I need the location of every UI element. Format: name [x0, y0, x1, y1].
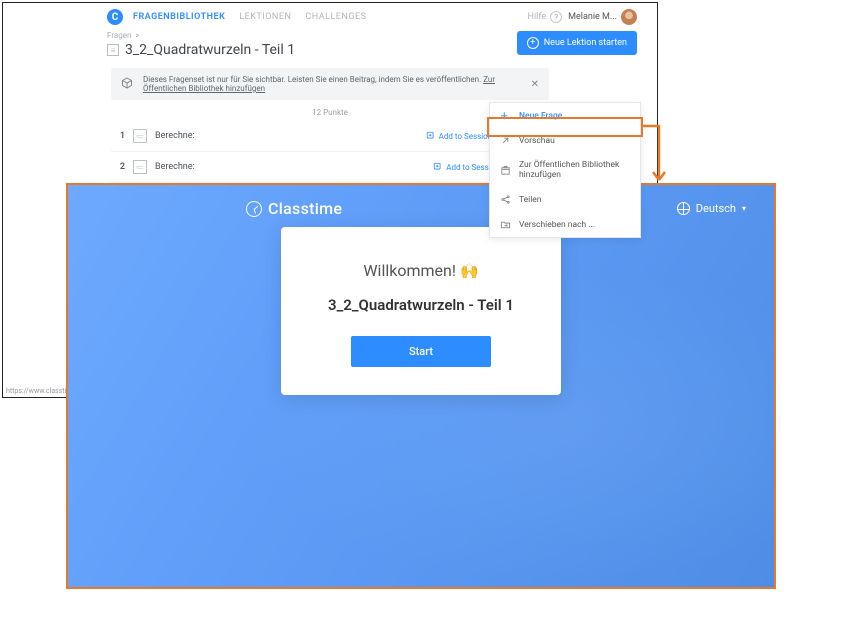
menu-preview[interactable]: Vorschau [490, 128, 640, 153]
share-icon [500, 194, 511, 205]
main-nav: C FRAGENBIBLIOTHEK LEKTIONEN CHALLENGES … [3, 3, 657, 29]
nav-fragenbibliothek[interactable]: FRAGENBIBLIOTHEK [133, 12, 225, 22]
new-lesson-button[interactable]: + Neue Lektion starten [517, 31, 637, 55]
question-type-icon: ≔ [133, 160, 147, 174]
welcome-title: 3_2_Quadratwurzeln - Teil 1 [309, 296, 533, 314]
add-to-session-button[interactable]: Add to Session [426, 131, 493, 141]
page-title: 3_2_Quadratwurzeln - Teil 1 [125, 42, 295, 58]
preview-header: Classtime Deutsch ▾ [68, 185, 774, 218]
welcome-card: Willkommen! 🙌 3_2_Quadratwurzeln - Teil … [281, 227, 561, 395]
nav-lektionen[interactable]: LEKTIONEN [239, 12, 291, 22]
folder-move-icon [500, 219, 511, 230]
plus-circle-icon: + [527, 37, 539, 49]
nav-challenges[interactable]: CHALLENGES [305, 12, 366, 22]
menu-new-question[interactable]: ＋ Neue Frage [490, 103, 640, 128]
language-switcher[interactable]: Deutsch ▾ [677, 202, 746, 215]
menu-share[interactable]: Teilen [490, 187, 640, 212]
external-link-icon [500, 135, 511, 146]
welcome-greeting: Willkommen! 🙌 [309, 261, 533, 280]
avatar[interactable] [621, 9, 637, 25]
question-title: Berechne: [155, 131, 426, 141]
start-button[interactable]: Start [351, 336, 491, 367]
context-menu: ＋ Neue Frage Vorschau Zur Öffentlichen B… [489, 102, 641, 238]
plus-icon: ＋ [500, 110, 511, 121]
help-icon[interactable]: ? [550, 11, 562, 23]
document-icon: ≡ [107, 44, 119, 56]
package-icon [121, 77, 133, 91]
help-label[interactable]: Hilfe [528, 12, 547, 22]
classtime-brand: Classtime [246, 199, 342, 218]
publish-banner: Dieses Fragenset ist nur für Sie sichtba… [111, 68, 549, 100]
chevron-down-icon: ▾ [742, 204, 746, 213]
hands-emoji-icon: 🙌 [460, 262, 479, 280]
menu-publish[interactable]: Zur Öffentlichen Bibliothek hinzufügen [490, 153, 640, 187]
total-points: 12 Punkte [111, 108, 549, 117]
question-title: Berechne: [155, 162, 433, 172]
user-name[interactable]: Melanie M... [568, 12, 617, 22]
globe-icon [677, 202, 690, 215]
library-icon [500, 165, 511, 176]
clock-icon [246, 201, 262, 217]
breadcrumb[interactable]: Fragen> [107, 31, 517, 40]
preview-window: Classtime Deutsch ▾ Willkommen! 🙌 3_2_Qu… [66, 183, 776, 589]
table-row[interactable]: 2 ≔ Berechne: Add to Session 1 Punkte [111, 152, 549, 183]
close-icon[interactable]: ✕ [531, 79, 539, 90]
table-row[interactable]: 1 ≔ Berechne: Add to Session 1 Punkte ✎ [111, 121, 549, 152]
banner-text: Dieses Fragenset ist nur für Sie sichtba… [143, 75, 481, 84]
menu-move[interactable]: Verschieben nach ... [490, 212, 640, 237]
question-type-icon: ≔ [133, 129, 147, 143]
classtime-logo-icon[interactable]: C [107, 9, 123, 25]
